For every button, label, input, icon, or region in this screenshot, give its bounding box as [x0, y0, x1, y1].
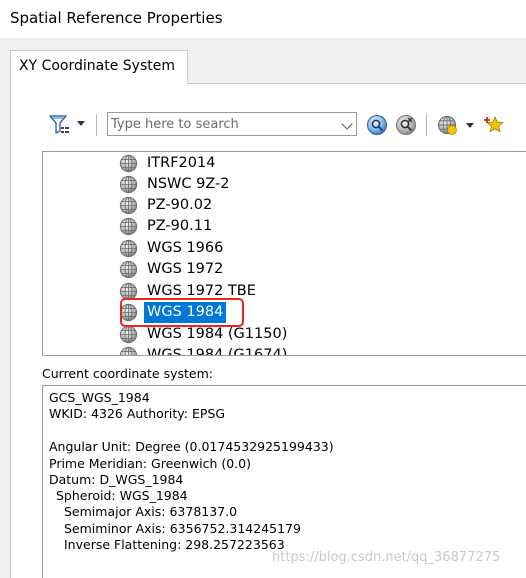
title-bar: Spatial Reference Properties	[0, 0, 526, 38]
globe-icon	[119, 239, 138, 258]
tab-xy-coordinate-system[interactable]: XY Coordinate System	[10, 50, 188, 84]
tree-item-label: WGS 1984 (G1150)	[147, 326, 288, 342]
globe-icon	[119, 175, 138, 194]
search-field[interactable]	[107, 112, 357, 136]
globe-icon	[119, 217, 138, 236]
current-system-label: Current coordinate system:	[42, 366, 213, 381]
watermark: https://blog.csdn.net/qq_36877275	[272, 550, 501, 565]
info-line: Semiminor Axis: 6356752.314245179	[64, 521, 301, 536]
filter-icon[interactable]	[48, 113, 70, 137]
tree-item-label: WGS 1966	[147, 240, 224, 256]
tree-item-label: ITRF2014	[147, 155, 216, 171]
globe-dropdown-arrow-icon[interactable]	[466, 123, 474, 128]
globe-icon	[119, 196, 138, 215]
info-line: Datum: D_WGS_1984	[49, 472, 184, 487]
info-line: Semimajor Axis: 6378137.0	[64, 504, 238, 519]
info-line: WKID: 4326 Authority: EPSG	[49, 406, 226, 421]
tree-item-label: NSWC 9Z-2	[147, 176, 230, 192]
search-icon[interactable]	[366, 114, 388, 136]
tree-item-label: PZ-90.11	[147, 218, 213, 234]
info-line: Inverse Flattening: 298.257223563	[64, 537, 285, 552]
selection-highlight-annotation	[120, 298, 244, 327]
globe-icon	[119, 325, 138, 344]
info-line: GCS_WGS_1984	[49, 390, 150, 405]
tree-item-label: WGS 1972	[147, 261, 224, 277]
filter-dropdown-arrow-icon[interactable]	[77, 121, 85, 126]
globe-icon	[119, 346, 138, 355]
globe-icon	[119, 154, 138, 173]
tab-label: XY Coordinate System	[19, 58, 175, 74]
toolbar-separator	[426, 114, 427, 136]
search-input[interactable]	[111, 115, 331, 133]
star-add-icon[interactable]	[484, 114, 506, 136]
search-dropdown-chevron-icon[interactable]	[341, 118, 353, 130]
clear-search-icon[interactable]	[395, 114, 417, 136]
tree-item-label: WGS 1984 (G1674)	[147, 347, 288, 356]
globe-icon	[119, 260, 138, 279]
coordinate-system-tree[interactable]: ITRF2014 NSWC 9Z-2 PZ-90.02 PZ-90.11 WGS…	[42, 151, 526, 356]
tree-item-label: PZ-90.02	[147, 197, 213, 213]
info-line: Angular Unit: Degree (0.0174532925199433…	[49, 439, 334, 454]
toolbar-separator	[96, 114, 97, 136]
info-line: Spheroid: WGS_1984	[56, 488, 188, 503]
window-title: Spatial Reference Properties	[10, 9, 223, 27]
globe-add-icon[interactable]	[436, 114, 458, 136]
info-line: Prime Meridian: Greenwich (0.0)	[49, 456, 251, 471]
